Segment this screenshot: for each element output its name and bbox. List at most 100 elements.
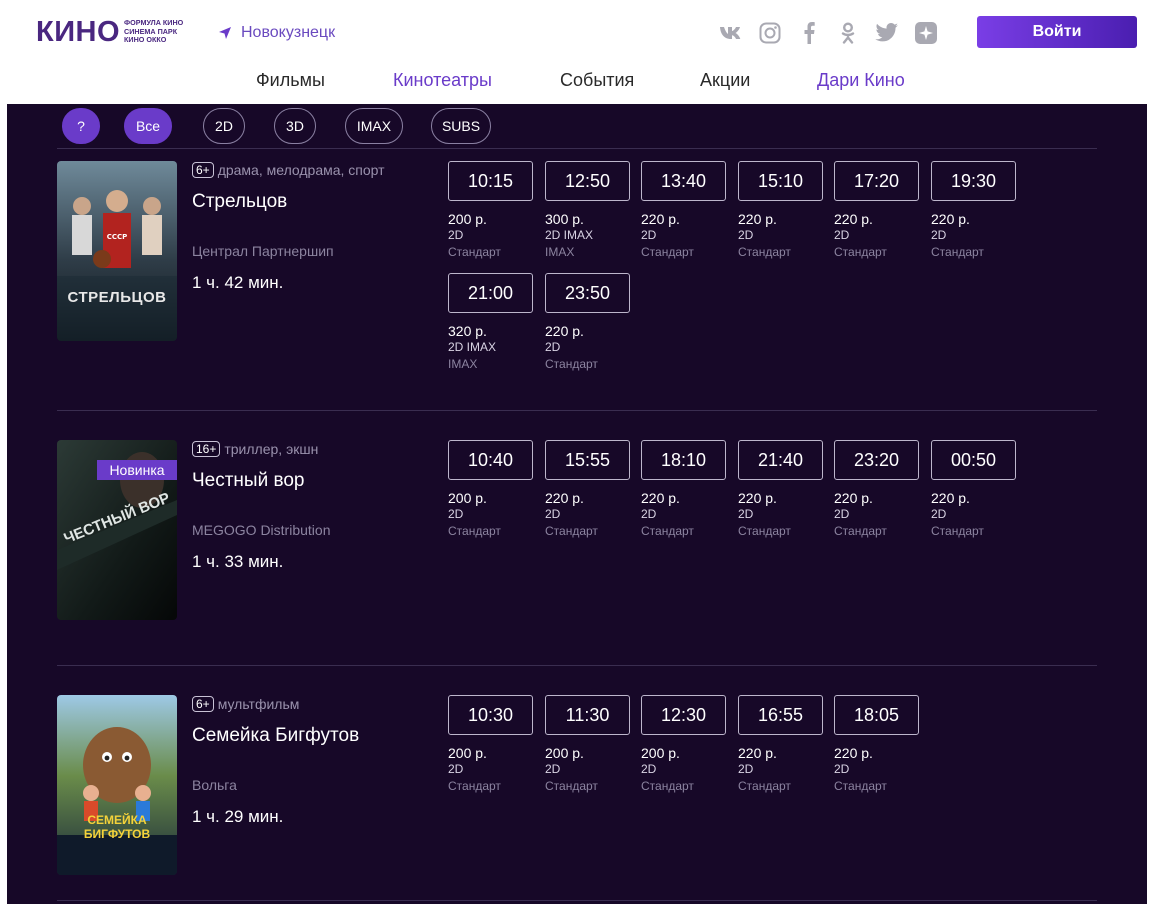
session-time-button[interactable]: 11:30 <box>545 695 630 735</box>
nav-item-cinemas[interactable]: Кинотеатры <box>393 70 492 91</box>
login-button[interactable]: Войти <box>977 16 1137 48</box>
movie-meta: 6+ драма, мелодрама, спорт Стрельцов Цен… <box>192 161 452 292</box>
movie-title[interactable]: Семейка Бигфутов <box>192 725 452 747</box>
session-hall: Стандарт <box>448 524 501 538</box>
movie-poster[interactable]: СЕМЕЙКА БИГФУТОВ <box>57 695 177 875</box>
movie-card-honest-thief: ЧЕСТНЫЙ ВОР Новинка 16+ триллер, экшн Че… <box>57 440 1097 630</box>
svg-text:СССР: СССР <box>107 233 128 241</box>
filter-subs-button[interactable]: SUBS <box>431 108 491 144</box>
vk-icon[interactable] <box>718 20 744 46</box>
session-time-button[interactable]: 15:10 <box>738 161 823 201</box>
session-time-button[interactable]: 23:50 <box>545 273 630 313</box>
movie-card-bigfoot-family: СЕМЕЙКА БИГФУТОВ 6+ мультфильм Семейка Б… <box>57 695 1097 885</box>
session-time-button[interactable]: 19:30 <box>931 161 1016 201</box>
nav-item-promos[interactable]: Акции <box>700 70 750 91</box>
session-item: 18:10 220 р. 2D Стандарт <box>641 440 726 540</box>
poster-title: СТРЕЛЬЦОВ <box>67 289 167 306</box>
session-format: 2D <box>545 340 561 354</box>
movie-poster[interactable]: СССР СТРЕЛЬЦОВ <box>57 161 177 341</box>
sparkle-app-icon[interactable] <box>913 20 939 46</box>
location-arrow-icon <box>219 27 231 39</box>
session-time-button[interactable]: 10:40 <box>448 440 533 480</box>
session-time-button[interactable]: 23:20 <box>834 440 919 480</box>
schedule-panel: ? Все 2D 3D IMAX SUBS СССР СТРЕЛЬЦОВ 6+ <box>7 104 1147 904</box>
main-nav: Фильмы Кинотеатры События Акции Дари Кин… <box>0 70 1158 94</box>
instagram-icon[interactable] <box>757 20 783 46</box>
twitter-icon[interactable] <box>874 20 900 46</box>
session-item: 10:40 200 р. 2D Стандарт <box>448 440 533 540</box>
session-time-button[interactable]: 00:50 <box>931 440 1016 480</box>
session-item: 13:40 220 р. 2D Стандарт <box>641 161 726 261</box>
session-price: 220 р. <box>931 211 970 227</box>
facebook-icon[interactable] <box>796 20 822 46</box>
movie-genres: драма, мелодрама, спорт <box>217 162 385 178</box>
age-rating-badge: 6+ <box>192 696 214 712</box>
filter-imax-button[interactable]: IMAX <box>345 108 403 144</box>
filter-help-button[interactable]: ? <box>62 108 100 144</box>
nav-item-events[interactable]: События <box>560 70 634 91</box>
logo-partners: ФОРМУЛА КИНО СИНЕМА ПАРК КИНО ОККО <box>124 18 184 45</box>
session-price: 220 р. <box>641 211 680 227</box>
session-time-button[interactable]: 18:10 <box>641 440 726 480</box>
session-time-button[interactable]: 21:40 <box>738 440 823 480</box>
session-item: 10:30 200 р. 2D Стандарт <box>448 695 533 795</box>
session-price: 220 р. <box>834 490 873 506</box>
movie-poster[interactable]: ЧЕСТНЫЙ ВОР Новинка <box>57 440 177 620</box>
session-hall: Стандарт <box>448 779 501 793</box>
kino-logo[interactable]: КИНО ФОРМУЛА КИНО СИНЕМА ПАРК КИНО ОККО <box>36 14 183 50</box>
session-time-button[interactable]: 17:20 <box>834 161 919 201</box>
session-time-button[interactable]: 12:30 <box>641 695 726 735</box>
age-rating-badge: 16+ <box>192 441 221 457</box>
nav-item-films[interactable]: Фильмы <box>256 70 325 91</box>
nav-item-gift-kino[interactable]: Дари Кино <box>817 70 905 91</box>
session-item: 19:30 220 р. 2D Стандарт <box>931 161 1016 261</box>
session-hall: Стандарт <box>738 779 791 793</box>
session-price: 220 р. <box>834 211 873 227</box>
session-hall: Стандарт <box>834 245 887 259</box>
session-time-button[interactable]: 10:30 <box>448 695 533 735</box>
movie-genres: триллер, экшн <box>224 441 319 457</box>
session-hall: Стандарт <box>834 524 887 538</box>
city-selector[interactable]: Новокузнецк <box>218 24 335 42</box>
session-hall: Стандарт <box>931 245 984 259</box>
movie-duration: 1 ч. 42 мин. <box>192 273 284 292</box>
session-time-button[interactable]: 16:55 <box>738 695 823 735</box>
movie-title[interactable]: Честный вор <box>192 470 452 492</box>
session-item: 10:15 200 р. 2D Стандарт <box>448 161 533 261</box>
session-time-button[interactable]: 18:05 <box>834 695 919 735</box>
session-item: 15:55 220 р. 2D Стандарт <box>545 440 630 540</box>
session-format: 2D <box>738 507 754 521</box>
logo-wordmark: КИНО <box>36 15 121 48</box>
session-price: 220 р. <box>834 745 873 761</box>
session-format: 2D <box>931 507 947 521</box>
filter-3d-button[interactable]: 3D <box>274 108 316 144</box>
movie-duration: 1 ч. 29 мин. <box>192 807 284 826</box>
filter-2d-button[interactable]: 2D <box>203 108 245 144</box>
session-hall: Стандарт <box>545 524 598 538</box>
odnoklassniki-icon[interactable] <box>835 20 861 46</box>
divider <box>57 410 1097 411</box>
site-header: КИНО ФОРМУЛА КИНО СИНЕМА ПАРК КИНО ОККО … <box>0 0 1158 104</box>
session-time-button[interactable]: 12:50 <box>545 161 630 201</box>
age-rating-badge: 6+ <box>192 162 214 178</box>
session-item: 12:50 300 р. 2D IMAX IMAX <box>545 161 630 261</box>
session-price: 220 р. <box>641 490 680 506</box>
session-time-button[interactable]: 15:55 <box>545 440 630 480</box>
movie-title[interactable]: Стрельцов <box>192 191 452 213</box>
session-price: 300 р. <box>545 211 584 227</box>
session-time-button[interactable]: 10:15 <box>448 161 533 201</box>
session-price: 200 р. <box>545 745 584 761</box>
session-price: 220 р. <box>545 323 584 339</box>
session-hall: Стандарт <box>545 357 598 371</box>
session-hall: Стандарт <box>641 245 694 259</box>
session-hall: Стандарт <box>834 779 887 793</box>
session-item: 11:30 200 р. 2D Стандарт <box>545 695 630 795</box>
session-time-button[interactable]: 13:40 <box>641 161 726 201</box>
session-hall: Стандарт <box>448 245 501 259</box>
session-time-button[interactable]: 21:00 <box>448 273 533 313</box>
session-price: 220 р. <box>931 490 970 506</box>
filter-all-button[interactable]: Все <box>124 108 172 144</box>
movie-genres: мультфильм <box>217 696 300 712</box>
session-format: 2D <box>545 507 561 521</box>
new-release-badge: Новинка <box>97 460 177 480</box>
